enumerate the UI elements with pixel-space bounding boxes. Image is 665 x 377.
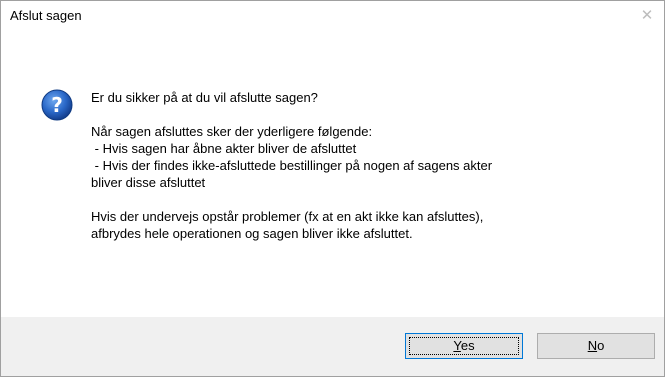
question-icon: ? xyxy=(41,89,73,121)
title-bar[interactable]: Afslut sagen ✕ xyxy=(1,1,664,31)
message-text: Er du sikker på at du vil afslutte sagen… xyxy=(91,89,651,242)
button-bar: Yes No xyxy=(1,317,664,376)
window-title: Afslut sagen xyxy=(10,8,82,23)
dialog-window: Afslut sagen ✕ ? Er du sikker på at du v… xyxy=(0,0,665,377)
details-intro: Når sagen afsluttes sker der yderligere … xyxy=(91,124,373,139)
question-text: Er du sikker på at du vil afslutte sagen… xyxy=(91,90,318,105)
no-button[interactable]: No xyxy=(537,333,655,359)
warning-line: Hvis der undervejs opstår problemer (fx … xyxy=(91,209,484,224)
details-line: - Hvis der findes ikke-afsluttede bestil… xyxy=(91,158,493,173)
close-icon: ✕ xyxy=(640,7,654,24)
warning-line: afbrydes hele operationen og sagen blive… xyxy=(91,226,413,241)
yes-button[interactable]: Yes xyxy=(405,333,523,359)
details-line: bliver disse afsluttet xyxy=(91,175,206,190)
details-line: - Hvis sagen har åbne akter bliver de af… xyxy=(91,141,357,156)
close-button[interactable]: ✕ xyxy=(630,1,664,31)
svg-text:?: ? xyxy=(51,93,63,117)
dialog-content: ? Er du sikker på at du vil afslutte sag… xyxy=(1,31,664,317)
